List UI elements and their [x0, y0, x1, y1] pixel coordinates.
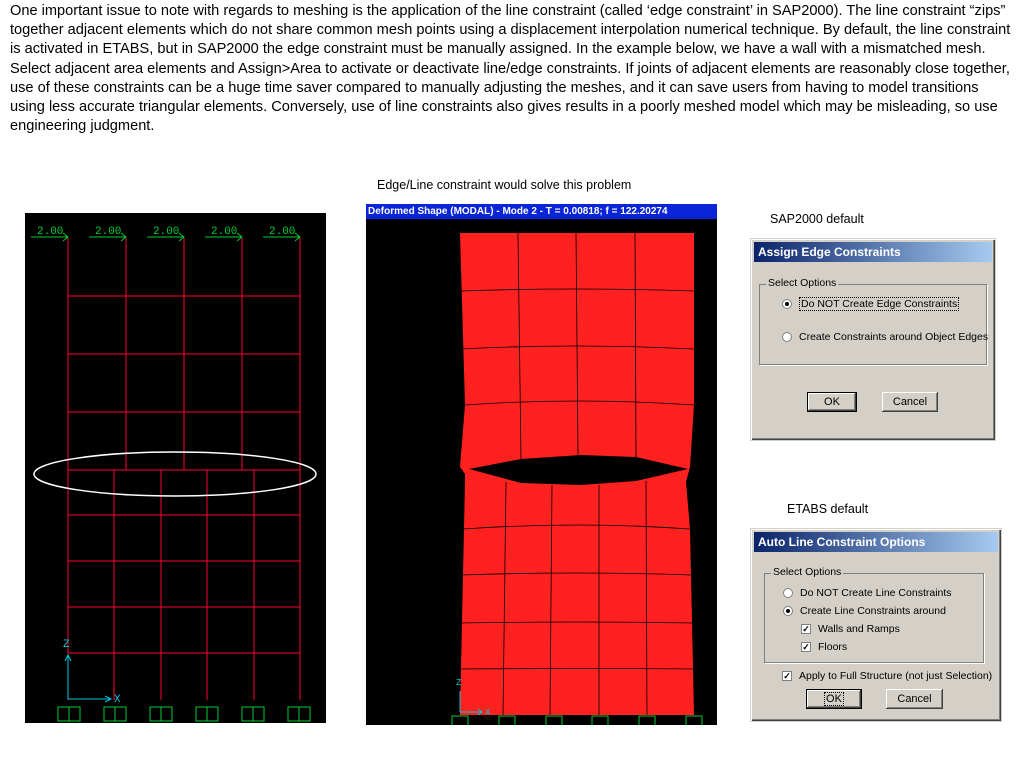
- radio-icon: [782, 332, 792, 342]
- load-label: 2.00: [37, 226, 63, 238]
- load-label: 2.00: [211, 226, 237, 238]
- load-label: 2.00: [153, 226, 179, 238]
- option-label: Floors: [818, 641, 848, 653]
- axis-icon: [64, 653, 113, 703]
- support-icons: [57, 706, 311, 722]
- checkbox-apply-full-structure[interactable]: ✓ Apply to Full Structure (not just Sele…: [782, 670, 992, 682]
- ok-button[interactable]: OK: [807, 392, 857, 412]
- radio-selected-icon: [783, 606, 793, 616]
- deformed-shape-view[interactable]: Deformed Shape (MODAL) - Mode 2 - T = 0.…: [366, 204, 717, 725]
- radio-create-line-constraints[interactable]: Create Line Constraints around: [783, 605, 946, 617]
- option-label: Create Constraints around Object Edges: [799, 331, 989, 343]
- checkmark-icon: ✓: [782, 671, 792, 681]
- checkmark-icon: ✓: [801, 642, 811, 652]
- caption-sap: SAP2000 default: [770, 212, 864, 226]
- auto-line-constraint-dialog: Auto Line Constraint Options Select Opti…: [750, 528, 1002, 722]
- option-label: Do NOT Create Edge Constraints: [799, 297, 960, 311]
- select-options-group: Select Options Do NOT Create Line Constr…: [764, 566, 984, 663]
- option-label: Walls and Ramps: [818, 623, 900, 635]
- lower-deformed-wall: [460, 482, 694, 715]
- radio-no-edge-constraints[interactable]: Do NOT Create Edge Constraints: [782, 297, 960, 311]
- intro-paragraph: One important issue to note with regards…: [10, 3, 1011, 135]
- axis-z-label: Z: [456, 678, 462, 688]
- highlight-ellipse: [33, 451, 317, 497]
- load-label: 2.00: [95, 226, 121, 238]
- cancel-button[interactable]: Cancel: [886, 689, 943, 709]
- axis-z-label: Z: [63, 639, 70, 651]
- ok-label: OK: [824, 692, 844, 706]
- radio-create-constraints[interactable]: Create Constraints around Object Edges: [782, 331, 988, 343]
- deformed-shape-title: Deformed Shape (MODAL) - Mode 2 - T = 0.…: [366, 204, 717, 219]
- deformed-svg: Z X: [451, 232, 703, 725]
- axis-x-label: X: [485, 708, 491, 718]
- option-label: Create Line Constraints around: [800, 605, 946, 617]
- checkbox-walls-ramps[interactable]: ✓ Walls and Ramps: [801, 623, 900, 635]
- group-label: Select Options: [771, 566, 844, 578]
- checkmark-icon: ✓: [801, 624, 811, 634]
- checkbox-floors[interactable]: ✓ Floors: [801, 641, 847, 653]
- radio-selected-icon: [782, 299, 792, 309]
- select-options-group: Select Options Do NOT Create Edge Constr…: [759, 277, 988, 365]
- option-label: Apply to Full Structure (not just Select…: [799, 670, 993, 682]
- axis-x-label: X: [114, 694, 121, 706]
- option-label: Do NOT Create Line Constraints: [800, 587, 952, 599]
- cancel-button[interactable]: Cancel: [882, 392, 938, 412]
- lower-mesh-grid: [67, 469, 301, 700]
- ok-button[interactable]: OK: [806, 689, 862, 709]
- assign-edge-constraints-dialog: Assign Edge Constraints Select Options D…: [750, 238, 996, 441]
- load-label: 2.00: [269, 226, 295, 238]
- radio-no-line-constraints[interactable]: Do NOT Create Line Constraints: [783, 587, 952, 599]
- caption-etabs: ETABS default: [787, 502, 869, 516]
- dialog-title: Assign Edge Constraints: [754, 242, 992, 262]
- dialog-title: Auto Line Constraint Options: [754, 532, 998, 552]
- upper-mesh-grid: [67, 238, 301, 470]
- caption-middle: Edge/Line constraint would solve this pr…: [377, 178, 632, 192]
- group-label: Select Options: [766, 277, 839, 289]
- radio-icon: [783, 588, 793, 598]
